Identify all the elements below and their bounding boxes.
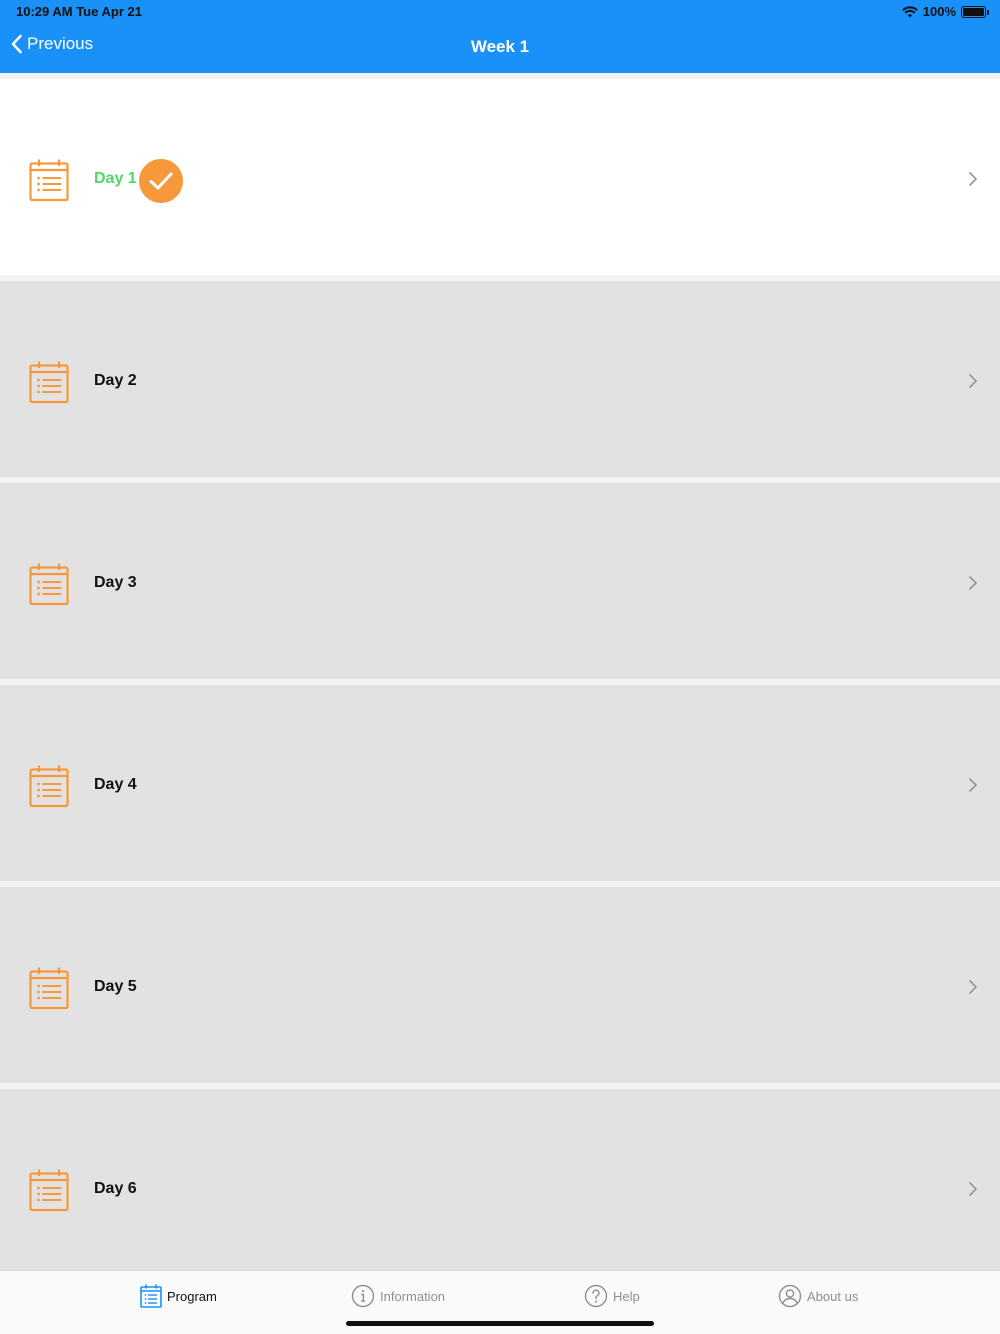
day-row-3[interactable]: Day 3 [0, 483, 1000, 679]
battery-percent: 100% [922, 4, 956, 19]
day-row-6[interactable]: Day 6 [0, 1089, 1000, 1270]
day-row-4[interactable]: Day 4 [0, 685, 1000, 881]
wifi-icon [901, 5, 918, 17]
question-icon [584, 1284, 608, 1308]
chevron-right-icon [969, 1182, 977, 1196]
calendar-list-icon [29, 563, 69, 606]
tab-help[interactable]: Help [584, 1284, 640, 1308]
day-row-5[interactable]: Day 5 [0, 887, 1000, 1083]
tab-information[interactable]: Information [351, 1284, 445, 1308]
day-label: Day 3 [94, 574, 137, 591]
tab-about-us[interactable]: About us [778, 1284, 858, 1308]
completed-check-icon [139, 159, 183, 203]
tab-label: About us [807, 1288, 859, 1304]
chevron-right-icon [969, 374, 977, 388]
calendar-list-icon [29, 361, 69, 404]
page-title: Week 1 [470, 37, 530, 56]
calendar-list-icon [140, 1284, 162, 1308]
day-label: Day 1 [94, 170, 137, 187]
home-indicator [346, 1321, 654, 1326]
tab-label: Information [380, 1288, 446, 1304]
chevron-right-icon [969, 778, 977, 792]
tab-program[interactable]: Program [140, 1284, 217, 1308]
day-row-1[interactable]: Day 1 [0, 79, 1000, 275]
day-list: Day 1 Day 2 Day 3 Day 4 Day 5 Day 6 [0, 73, 1000, 1270]
calendar-list-icon [29, 1169, 69, 1212]
calendar-list-icon [29, 765, 69, 808]
info-icon [351, 1284, 375, 1308]
day-label: Day 6 [94, 1180, 137, 1197]
day-label: Day 4 [94, 776, 137, 793]
day-label: Day 2 [94, 372, 137, 389]
tab-label: Program [167, 1288, 217, 1304]
chevron-right-icon [969, 576, 977, 590]
status-indicators: 100% [901, 4, 989, 19]
tab-label: Help [613, 1288, 640, 1304]
day-row-2[interactable]: Day 2 [0, 281, 1000, 477]
battery-icon [961, 5, 989, 18]
chevron-right-icon [969, 172, 977, 186]
status-time: 10:29 AM Tue Apr 21 [16, 4, 142, 19]
day-label: Day 5 [94, 978, 137, 995]
calendar-list-icon [29, 967, 69, 1010]
app-screen: 10:29 AM Tue Apr 21 100% Previous Week 1 [0, 0, 1000, 1334]
calendar-list-icon [29, 159, 69, 202]
chevron-right-icon [969, 980, 977, 994]
nav-header: 10:29 AM Tue Apr 21 100% Previous Week 1 [0, 0, 1000, 73]
person-icon [778, 1284, 802, 1308]
